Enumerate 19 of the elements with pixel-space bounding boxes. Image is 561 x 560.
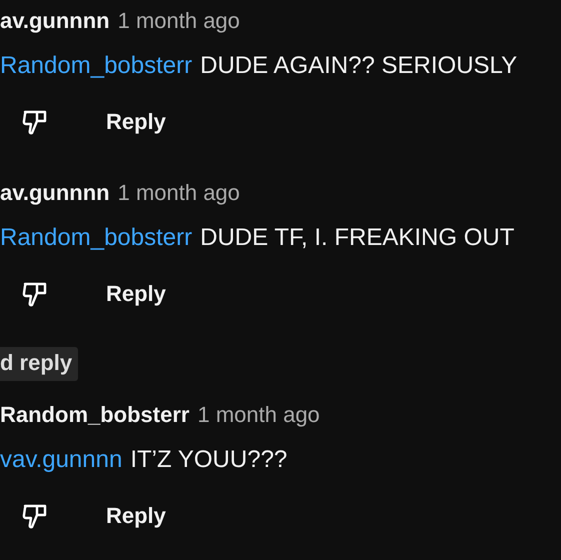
mention-link[interactable]: Random_bobsterr (0, 52, 192, 80)
reply-button[interactable]: Reply (106, 503, 166, 529)
thumbs-down-icon[interactable] (22, 108, 48, 136)
comment-time: 1 month ago (118, 180, 240, 206)
reply-button[interactable]: Reply (106, 109, 166, 135)
comment-author[interactable]: av.gunnnn (0, 180, 110, 206)
mention-link[interactable]: Random_bobsterr (0, 224, 192, 252)
reply-button[interactable]: Reply (106, 281, 166, 307)
comment-text: DUDE TF, I. FREAKING OUT (200, 224, 514, 252)
mention-link[interactable]: vav.gunnnn (0, 446, 122, 474)
comment-text: IT’Z YOUU??? (130, 446, 288, 474)
comment-text: DUDE AGAIN?? SERIOUSLY (200, 52, 518, 80)
thumbs-down-icon[interactable] (22, 502, 48, 530)
thumbs-down-icon[interactable] (22, 280, 48, 308)
comment-time: 1 month ago (197, 402, 320, 428)
comment-author[interactable]: av.gunnnn (0, 8, 110, 34)
comment-time: 1 month ago (118, 8, 240, 34)
show-replies-button[interactable]: d reply (0, 347, 78, 381)
comment-author[interactable]: Random_bobsterr (0, 402, 190, 428)
